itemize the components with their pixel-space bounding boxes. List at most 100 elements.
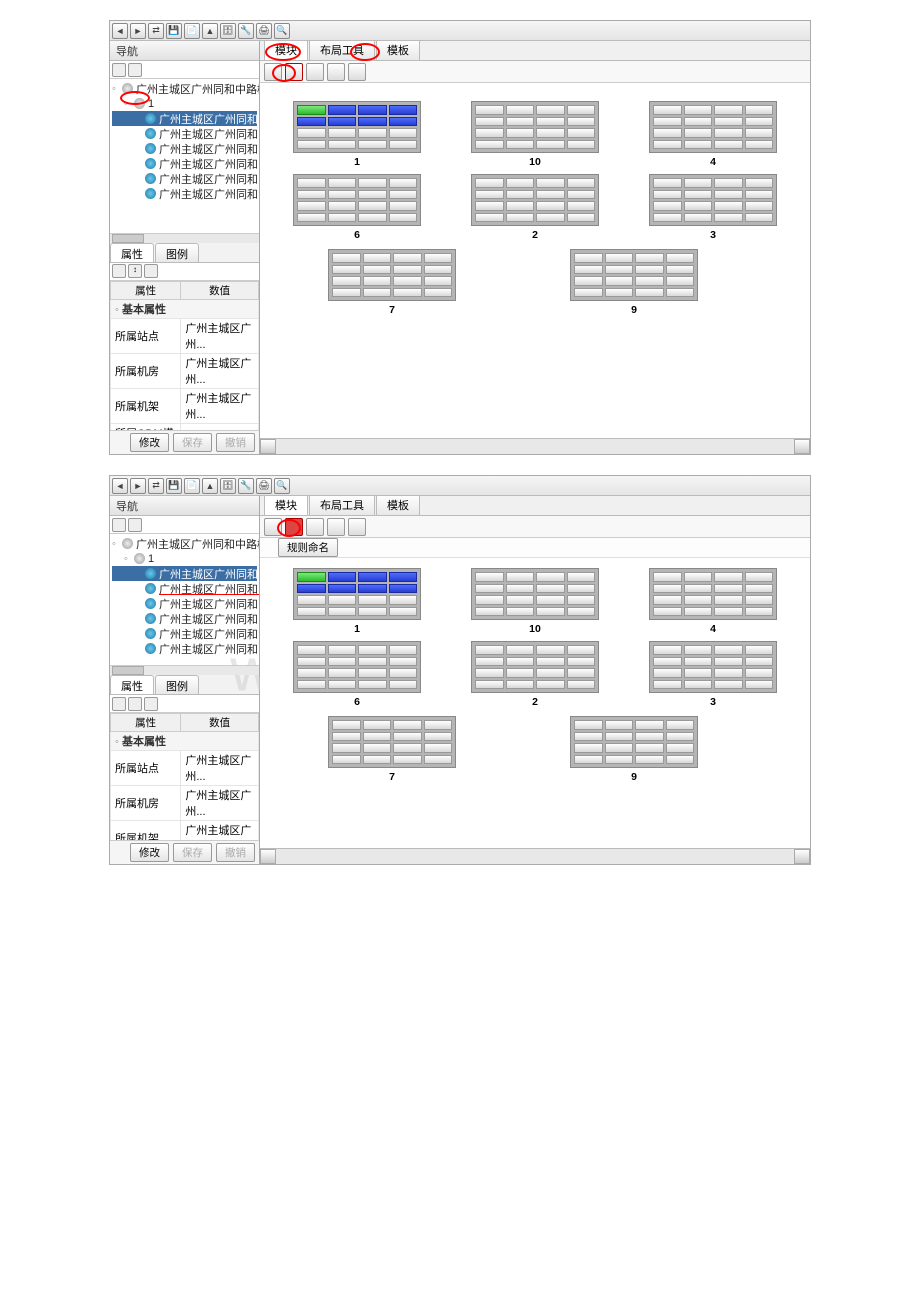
tool-icon[interactable]: 🔧 <box>238 23 254 39</box>
tree-btn1[interactable] <box>112 63 126 77</box>
tab-template[interactable]: 模板 <box>376 41 420 60</box>
port-free-icon[interactable] <box>358 140 387 150</box>
cancel-button[interactable]: 撤销 <box>216 433 255 452</box>
module-box[interactable]: 7 <box>328 716 456 783</box>
port-active-icon[interactable] <box>297 572 326 582</box>
property-grid[interactable]: 属性数值 ◦ 基本属性 所属站点广州主城区广州... 所属机房广州主城区广州..… <box>110 281 259 431</box>
tab-module[interactable]: 模块 <box>264 41 308 60</box>
list-icon[interactable] <box>348 63 366 81</box>
save-button[interactable]: 保存 <box>173 433 212 452</box>
tree-root[interactable]: ◦ 广州主城区广州同和中路梅宾北 <box>112 536 257 551</box>
module-box[interactable]: 10 <box>456 101 614 168</box>
prop-row[interactable]: 所属ODM模块1 <box>111 423 259 430</box>
tree-btn2[interactable] <box>128 63 142 77</box>
port-used-icon[interactable] <box>358 105 387 115</box>
port-used-icon[interactable] <box>389 105 418 115</box>
port-used-icon[interactable] <box>358 584 387 594</box>
module-box[interactable]: 3 <box>634 174 792 241</box>
tab-layout[interactable]: 布局工具 <box>309 41 375 60</box>
tree-sub[interactable]: ◦ 1 <box>112 96 257 111</box>
sort-icon[interactable]: ↕ <box>128 264 142 278</box>
modify-button[interactable]: 修改 <box>130 843 169 862</box>
prop-row[interactable]: 所属站点广州主城区广州... <box>111 751 259 786</box>
search-icon[interactable]: 🔍 <box>274 23 290 39</box>
prop-row[interactable]: 所属机房广州主城区广州... <box>111 786 259 821</box>
cancel-button[interactable]: 撤销 <box>216 843 255 862</box>
tree-item[interactable]: 广州主城区广州同和中路 <box>112 156 257 171</box>
nav-tree[interactable]: ◦ 广州主城区广州同和中路梅宾北 ◦ 1 广州主城区广州同和中 广州主城区广州同… <box>110 534 259 665</box>
tree-item[interactable]: 广州主城区广州同和中 <box>112 566 257 581</box>
h-scrollbar[interactable] <box>260 848 810 864</box>
port-free-icon[interactable] <box>358 128 387 138</box>
tree-item[interactable]: 广州主城区广州同和中路 <box>112 626 257 641</box>
port-free-icon[interactable] <box>328 128 357 138</box>
tree-item[interactable]: 广州主城区广州同和中路 <box>112 171 257 186</box>
module-box[interactable]: 4 <box>634 568 792 635</box>
tab-attr[interactable]: 属性 <box>110 243 154 262</box>
print-icon[interactable]: 🖨 <box>256 23 272 39</box>
rule-rename-button[interactable]: 规则命名 <box>278 538 338 557</box>
prop-btn1[interactable] <box>112 264 126 278</box>
canvas[interactable]: 1 10 4 6 2 3 7 9 <box>260 558 810 848</box>
nav-icon[interactable]: ⇄ <box>148 478 164 494</box>
module-box[interactable]: 10 <box>456 568 614 635</box>
port-used-icon[interactable] <box>328 105 357 115</box>
canvas[interactable]: 1 10 4 6 2 3 7 9 <box>260 83 810 438</box>
search-icon[interactable]: 🔍 <box>274 478 290 494</box>
save-button[interactable]: 保存 <box>173 843 212 862</box>
arrow-icon[interactable]: ▲ <box>202 23 218 39</box>
tree-item[interactable]: 广州主城区广州同和中路 <box>112 611 257 626</box>
port-used-icon[interactable] <box>358 117 387 127</box>
print-icon[interactable]: 🖨 <box>256 478 272 494</box>
port-used-icon[interactable] <box>297 117 326 127</box>
property-grid[interactable]: 属性数值 ◦ 基本属性 所属站点广州主城区广州... 所属机房广州主城区广州..… <box>110 713 259 840</box>
prop-row[interactable]: 所属机架广州主城区广州... <box>111 388 259 423</box>
port-free-icon[interactable] <box>389 128 418 138</box>
port-used-icon[interactable] <box>358 572 387 582</box>
prop-row[interactable]: 所属站点广州主城区广州... <box>111 318 259 353</box>
module-box[interactable]: 7 <box>328 249 456 316</box>
db-icon[interactable]: 🗄 <box>220 478 236 494</box>
nav-icon[interactable]: ⇄ <box>148 23 164 39</box>
db-icon[interactable]: 🗄 <box>220 23 236 39</box>
tree-item[interactable]: 广州主城区广州同和中路 <box>112 186 257 201</box>
prop-btn3[interactable] <box>144 697 158 711</box>
module-box[interactable]: 1 <box>278 568 436 635</box>
tree-item[interactable]: 广州主城区广州同和中路 <box>112 641 257 656</box>
prop-row[interactable]: 所属机架广州主城区广州... <box>111 821 259 841</box>
file-icon[interactable]: 📄 <box>184 478 200 494</box>
tab-attr[interactable]: 属性 <box>110 675 154 694</box>
module-box[interactable]: 4 <box>634 101 792 168</box>
port-used-icon[interactable] <box>328 117 357 127</box>
tree-item[interactable]: 广州主城区广州同和中路 <box>112 141 257 156</box>
tree-sub[interactable]: ◦ 1 <box>112 551 257 566</box>
port-free-icon[interactable] <box>328 140 357 150</box>
port-used-icon[interactable] <box>328 584 357 594</box>
module-box[interactable]: 2 <box>456 174 614 241</box>
port-used-icon[interactable] <box>328 572 357 582</box>
tree-item[interactable]: 广州主城区广州同和中路 <box>112 581 257 596</box>
tree-btn2[interactable] <box>128 518 142 532</box>
file-icon[interactable]: 📄 <box>184 23 200 39</box>
new-icon[interactable] <box>264 63 282 81</box>
module-box[interactable]: 6 <box>278 174 436 241</box>
prop-btn1[interactable] <box>112 697 126 711</box>
tab-legend[interactable]: 图例 <box>155 243 199 262</box>
tree-scrollbar[interactable] <box>110 233 259 243</box>
prop-btn3[interactable] <box>144 264 158 278</box>
module-box[interactable]: 2 <box>456 641 614 708</box>
tab-template[interactable]: 模板 <box>376 496 420 515</box>
open-icon[interactable] <box>327 63 345 81</box>
module-box[interactable]: 1 <box>278 101 436 168</box>
save-icon[interactable]: 💾 <box>166 23 182 39</box>
arrow-icon[interactable]: ▲ <box>202 478 218 494</box>
color-icon[interactable] <box>327 518 345 536</box>
tree-item[interactable]: 广州主城区广州同和中 <box>112 111 257 126</box>
save-icon[interactable]: 💾 <box>166 478 182 494</box>
module-box[interactable]: 3 <box>634 641 792 708</box>
clipboard-icon[interactable] <box>306 63 324 81</box>
module-box[interactable]: 9 <box>570 716 698 783</box>
module-box[interactable]: 9 <box>570 249 698 316</box>
tree-btn1[interactable] <box>112 518 126 532</box>
tree-scrollbar[interactable] <box>110 665 259 675</box>
